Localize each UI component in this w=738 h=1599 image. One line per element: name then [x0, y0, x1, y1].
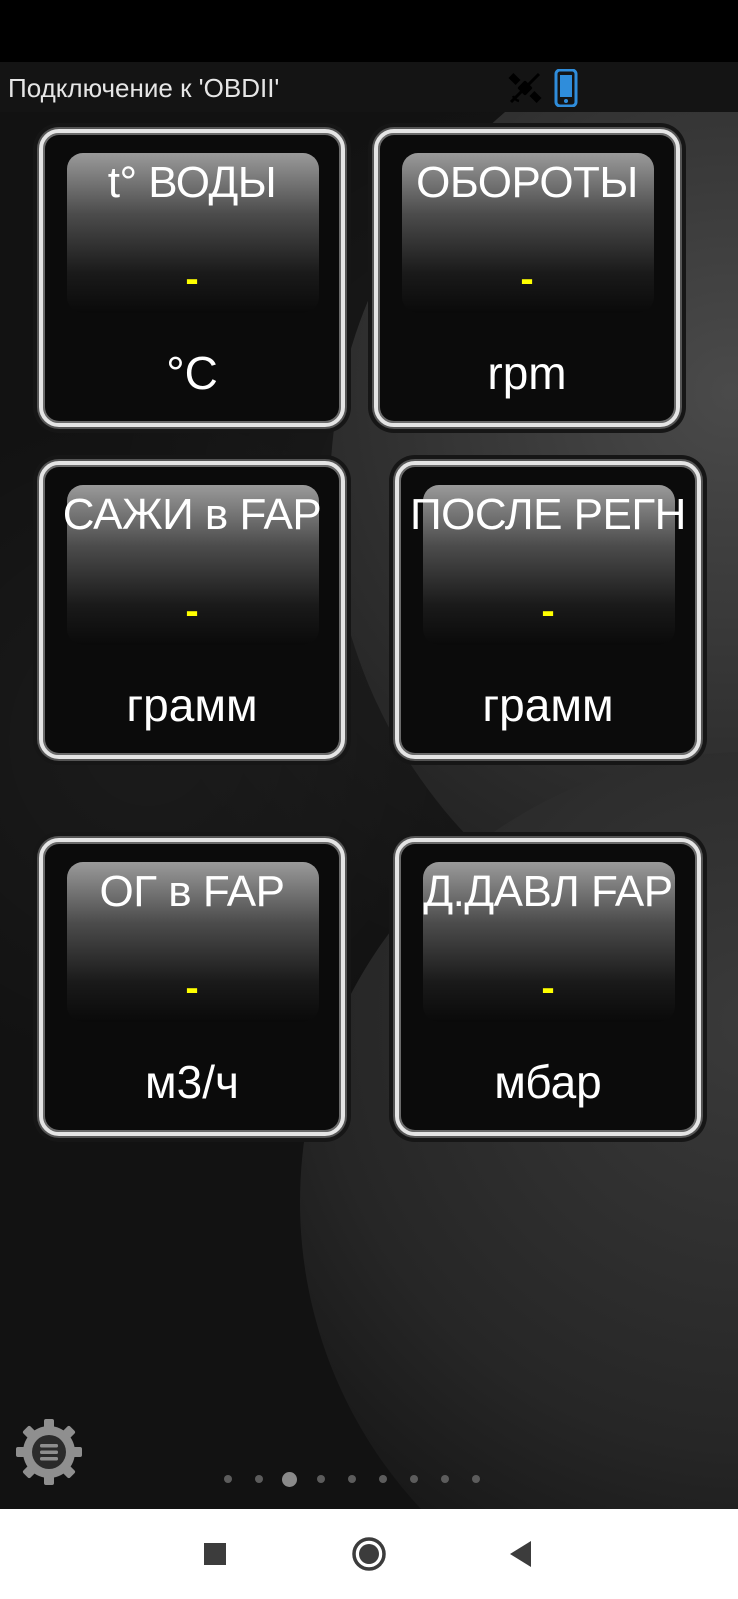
- page-dot-active[interactable]: [282, 1472, 297, 1487]
- gauge-after-regen[interactable]: ПОСЛЕ РЕГН - грамм: [395, 461, 701, 759]
- gauge-unit: rpm: [487, 347, 567, 399]
- connection-status-text: Подключение к 'OBDII': [8, 73, 280, 103]
- gauge-unit: °C: [166, 347, 218, 399]
- system-navigation-bar: [0, 1509, 738, 1599]
- page-indicator: [220, 1469, 490, 1489]
- recents-square-icon[interactable]: [190, 1529, 240, 1579]
- gauge-value: -: [520, 257, 534, 301]
- settings-gear-icon[interactable]: [12, 1415, 86, 1489]
- gauge-title: САЖИ в FAP: [62, 490, 322, 539]
- page-dot[interactable]: [317, 1475, 325, 1483]
- gauge-title: ОГ в FAP: [99, 867, 285, 916]
- gauge-unit: м3/ч: [145, 1056, 239, 1108]
- gauge-value: -: [541, 589, 555, 633]
- back-triangle-icon[interactable]: [497, 1529, 547, 1579]
- gauge-unit: мбар: [494, 1056, 602, 1108]
- gauge-rpm[interactable]: ОБОРОТЫ - rpm: [374, 129, 680, 427]
- gauge-unit: грамм: [482, 679, 614, 731]
- page-dot[interactable]: [348, 1475, 356, 1483]
- page-dot[interactable]: [224, 1475, 232, 1483]
- gauge-value: -: [185, 257, 199, 301]
- connection-bar: Подключение к 'OBDII': [0, 62, 738, 112]
- gauge-dashboard: t° ВОДЫ - °C ОБОРОТЫ - rpm САЖИ в FAP - …: [0, 112, 738, 1509]
- home-circle-icon[interactable]: [344, 1529, 394, 1579]
- status-bar: [0, 0, 738, 62]
- gauge-coolant-temp[interactable]: t° ВОДЫ - °C: [39, 129, 345, 427]
- gauge-exhaust-flow[interactable]: ОГ в FAP - м3/ч: [39, 838, 345, 1136]
- page-dot[interactable]: [472, 1475, 480, 1483]
- gauge-soot-in-fap[interactable]: САЖИ в FAP - грамм: [39, 461, 345, 759]
- page-dot[interactable]: [379, 1475, 387, 1483]
- page-dot[interactable]: [410, 1475, 418, 1483]
- gauge-value: -: [185, 966, 199, 1010]
- gauge-title: ОБОРОТЫ: [416, 158, 638, 207]
- gauge-fap-pressure[interactable]: Д.ДАВЛ FAP - мбар: [395, 838, 701, 1136]
- gauge-value: -: [541, 966, 555, 1010]
- page-dot[interactable]: [441, 1475, 449, 1483]
- gauge-unit: грамм: [126, 679, 258, 731]
- gps-off-icon: [508, 72, 542, 104]
- gauge-title: t° ВОДЫ: [107, 158, 277, 207]
- gauge-title: ПОСЛЕ РЕГН: [410, 490, 686, 539]
- page-dot[interactable]: [255, 1475, 263, 1483]
- phone-icon: [554, 69, 578, 107]
- gauge-title: Д.ДАВЛ FAP: [423, 867, 673, 916]
- gauge-value: -: [185, 589, 199, 633]
